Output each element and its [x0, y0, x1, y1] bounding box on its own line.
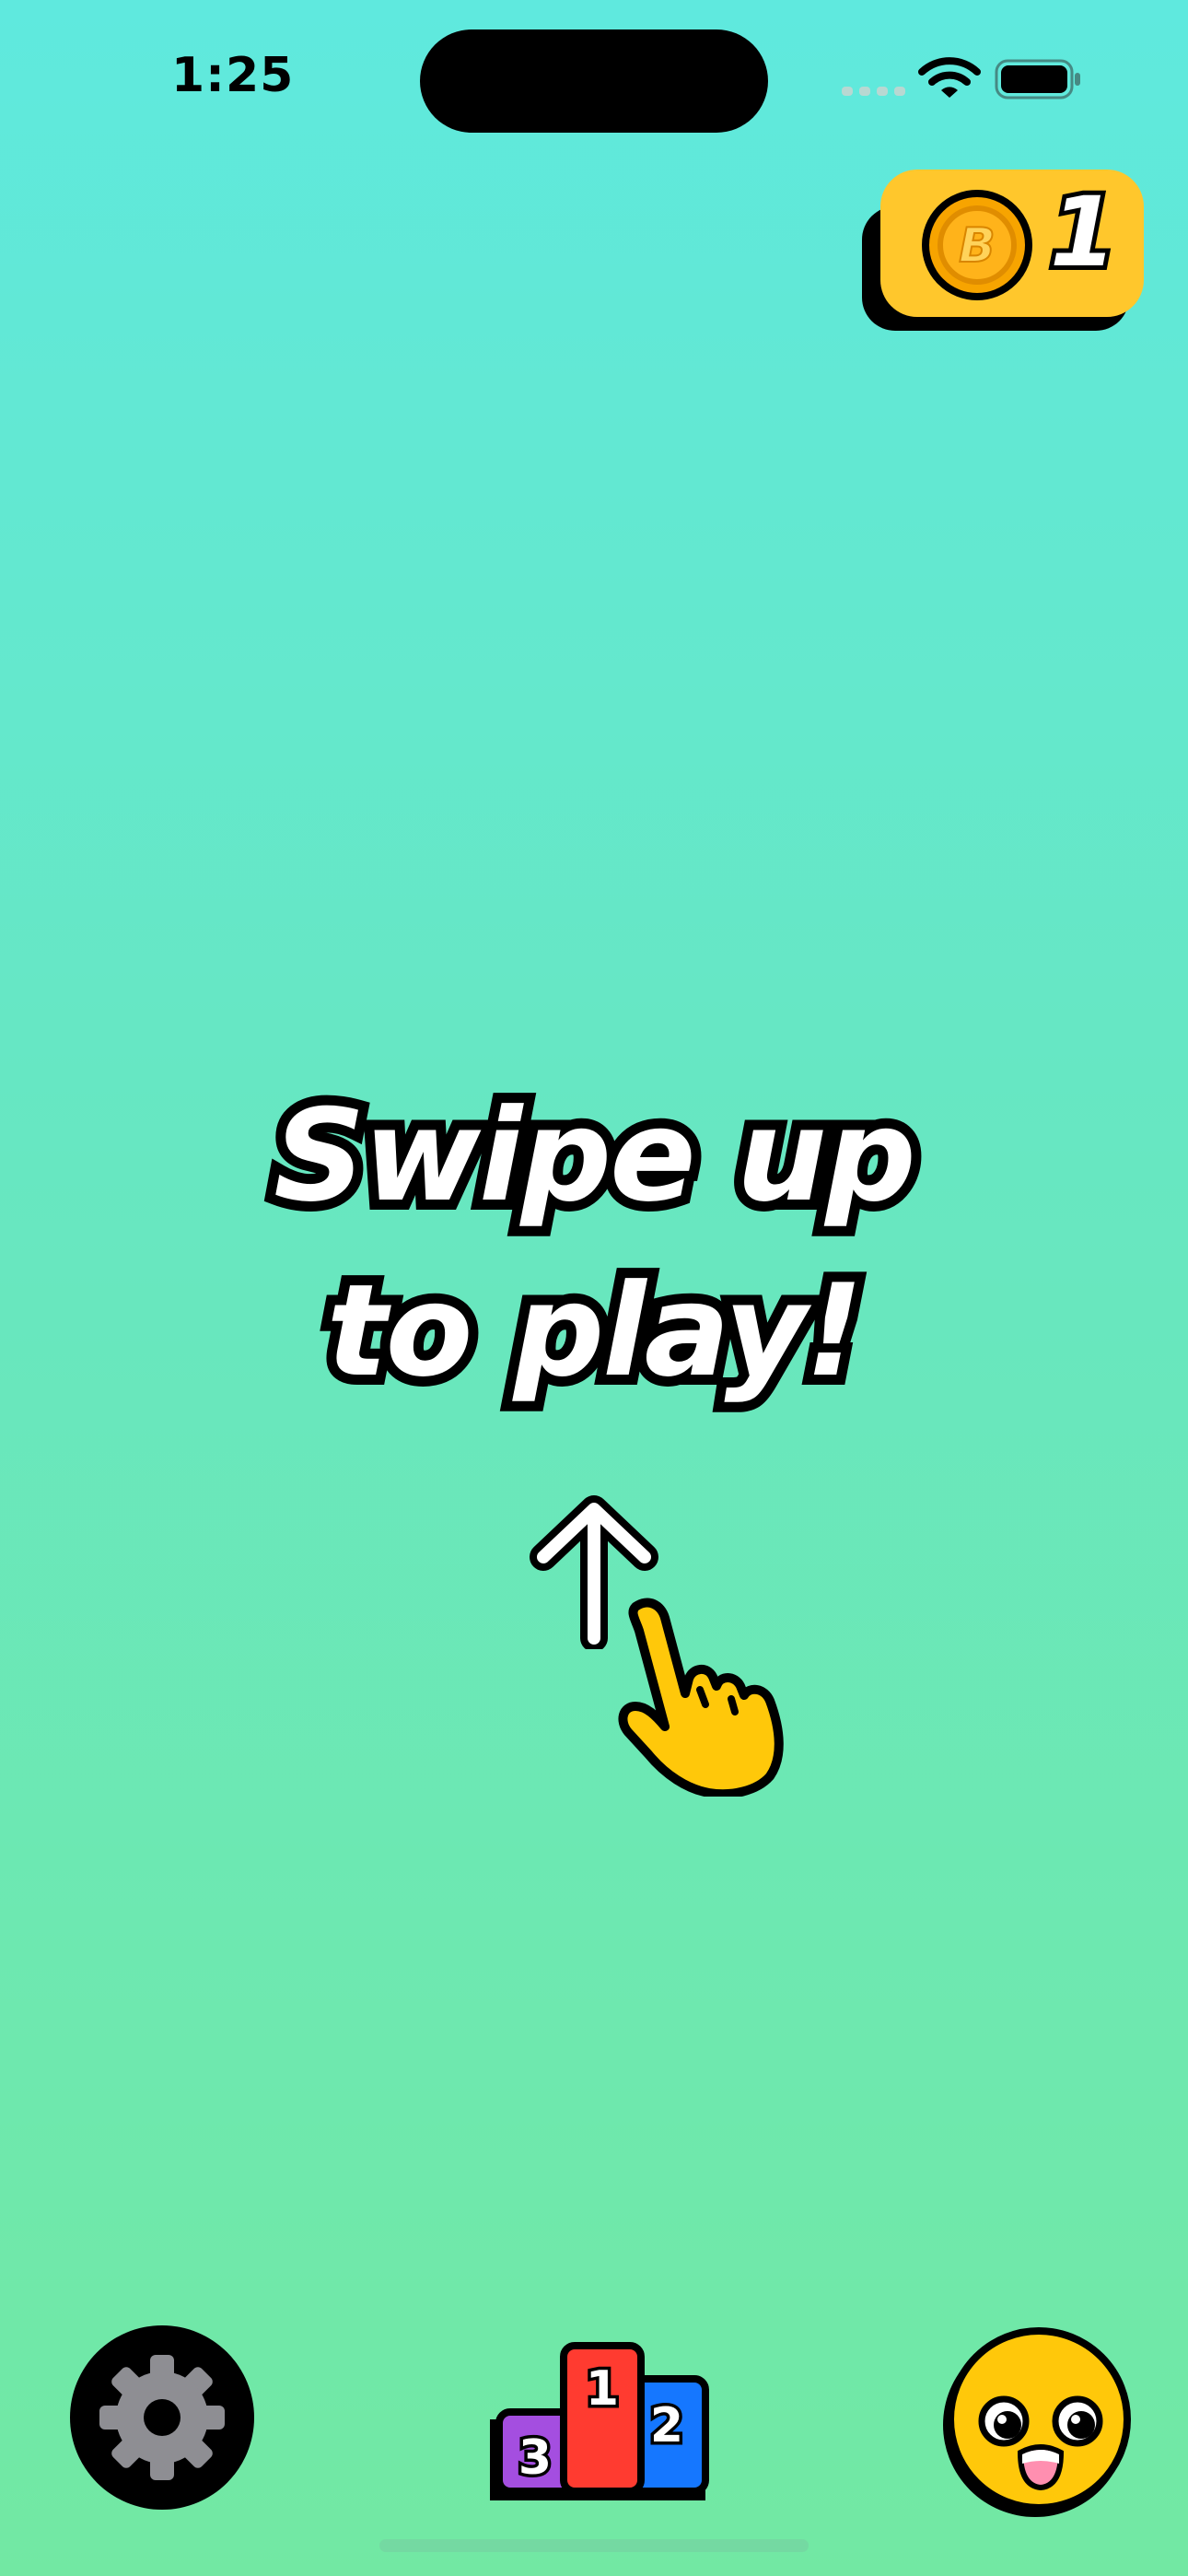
prompt-line-2: to play! — [317, 1247, 874, 1415]
coin-symbol: B — [959, 218, 996, 274]
smiley-face-icon — [943, 2327, 1131, 2517]
home-indicator[interactable] — [379, 2539, 809, 2552]
podium-first-label: 1 — [586, 2361, 619, 2417]
coin-count: 1 — [1045, 176, 1121, 288]
cellular-signal-icon — [842, 87, 905, 96]
podium-icon: 1 2 3 — [490, 2342, 709, 2500]
status-time: 1:25 — [171, 48, 295, 103]
prompt-line-1: Swipe up — [263, 1071, 926, 1240]
gear-icon — [99, 2355, 225, 2480]
pointing-hand-icon — [618, 1598, 784, 1797]
podium-third-label: 3 — [518, 2430, 552, 2486]
dynamic-island — [420, 29, 768, 133]
battery-icon — [995, 59, 1080, 100]
coin-b-icon: B — [922, 190, 1032, 300]
character-button[interactable] — [939, 2324, 1136, 2521]
wifi-icon — [918, 57, 981, 98]
swipe-prompt: Swipe up to play! — [0, 1069, 1188, 1419]
leaderboard-button[interactable]: 1 2 3 — [484, 2340, 720, 2504]
settings-button[interactable] — [70, 2325, 254, 2510]
podium-second-label: 2 — [650, 2398, 683, 2453]
